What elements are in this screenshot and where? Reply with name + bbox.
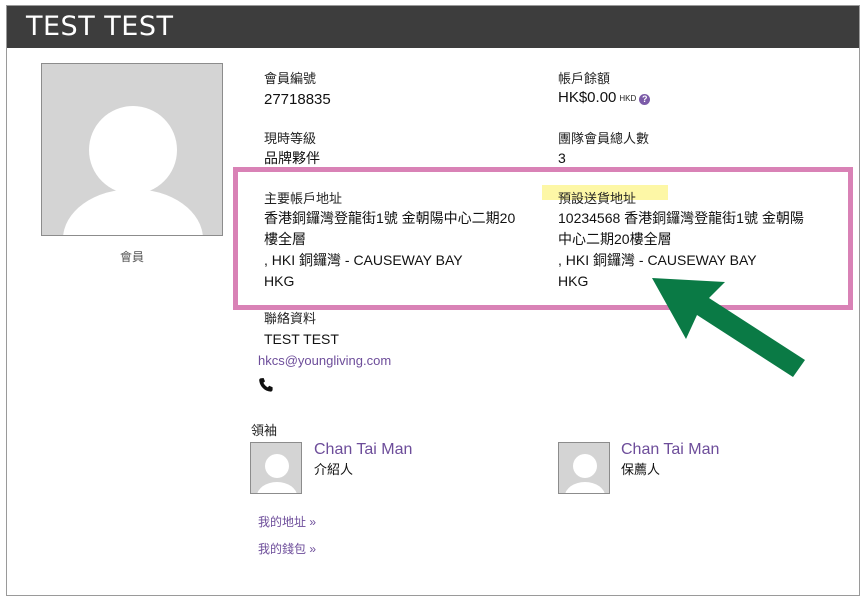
team-count-value: 3 bbox=[558, 150, 566, 166]
address-highlight-box bbox=[233, 167, 853, 310]
contact-label: 聯絡資料 bbox=[264, 311, 317, 326]
member-number-value: 27718835 bbox=[264, 91, 331, 108]
user-silhouette-icon bbox=[63, 106, 203, 235]
team-count-label: 團隊會員總人數 bbox=[558, 131, 650, 146]
my-wallet-link[interactable]: 我的錢包 » bbox=[258, 540, 316, 557]
page-title: TEST TEST bbox=[26, 11, 174, 42]
sponsor-avatar bbox=[558, 442, 610, 494]
rank-label: 現時等級 bbox=[264, 131, 317, 146]
my-address-link[interactable]: 我的地址 » bbox=[258, 513, 316, 530]
balance-label: 帳戶餘額 bbox=[558, 71, 611, 86]
sponsor-role: 保薦人 bbox=[621, 462, 661, 477]
email-link[interactable]: hkcs@youngliving.com bbox=[258, 353, 391, 368]
rank-value: 品牌夥伴 bbox=[264, 150, 320, 166]
contact-name: TEST TEST bbox=[264, 331, 339, 347]
enroller-role: 介紹人 bbox=[314, 462, 354, 477]
enroller-name[interactable]: Chan Tai Man bbox=[314, 441, 412, 459]
user-silhouette-icon bbox=[257, 454, 297, 493]
balance-value: HK$0.00 bbox=[558, 89, 617, 106]
currency-unit: HKD bbox=[619, 94, 637, 103]
member-avatar bbox=[41, 63, 223, 236]
user-silhouette-icon bbox=[565, 454, 605, 493]
member-number-label: 會員編號 bbox=[264, 71, 317, 86]
leaders-label: 領袖 bbox=[251, 423, 278, 438]
avatar-caption: 會員 bbox=[119, 250, 144, 264]
balance-value-row: HK$0.00 HKD? bbox=[558, 87, 651, 109]
page-header: TEST TEST bbox=[7, 6, 859, 48]
sponsor-name[interactable]: Chan Tai Man bbox=[621, 441, 719, 459]
help-icon[interactable]: ? bbox=[639, 94, 651, 105]
phone-icon[interactable] bbox=[258, 377, 274, 393]
enroller-avatar bbox=[250, 442, 302, 494]
